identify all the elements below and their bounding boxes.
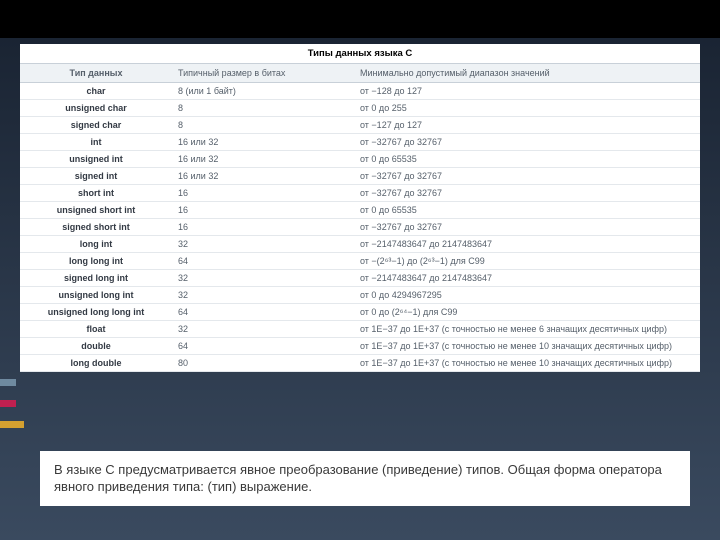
cell-range: от 1E−37 до 1E+37 (с точностью не менее … (354, 338, 700, 355)
table-row: long double80от 1E−37 до 1E+37 (с точнос… (20, 355, 700, 372)
accent-bar (0, 421, 24, 428)
table-row: double64от 1E−37 до 1E+37 (с точностью н… (20, 338, 700, 355)
table-row: char8 (или 1 байт)от −128 до 127 (20, 83, 700, 100)
cell-size: 16 (172, 219, 354, 236)
cell-size: 8 (172, 100, 354, 117)
cell-size: 64 (172, 253, 354, 270)
cell-range: от −2147483647 до 2147483647 (354, 270, 700, 287)
cell-size: 16 (172, 202, 354, 219)
table-row: unsigned char8от 0 до 255 (20, 100, 700, 117)
cell-range: от −2147483647 до 2147483647 (354, 236, 700, 253)
cell-range: от 0 до 65535 (354, 202, 700, 219)
cell-size: 16 или 32 (172, 134, 354, 151)
cell-range: от −128 до 127 (354, 83, 700, 100)
cell-type: long double (20, 355, 172, 372)
cell-range: от 0 до (2⁶⁴−1) для C99 (354, 304, 700, 321)
col-header-range: Минимально допустимый диапазон значений (354, 64, 700, 83)
table-row: signed long int32от −2147483647 до 21474… (20, 270, 700, 287)
cell-size: 16 или 32 (172, 168, 354, 185)
cell-type: char (20, 83, 172, 100)
cell-type: signed short int (20, 219, 172, 236)
cell-type: unsigned char (20, 100, 172, 117)
cell-size: 8 (172, 117, 354, 134)
table-header-row: Тип данных Типичный размер в битах Миним… (20, 64, 700, 83)
table-row: unsigned int16 или 32от 0 до 65535 (20, 151, 700, 168)
table-row: short int16от −32767 до 32767 (20, 185, 700, 202)
cell-range: от −32767 до 32767 (354, 185, 700, 202)
table-row: unsigned long long int64от 0 до (2⁶⁴−1) … (20, 304, 700, 321)
cell-type: signed long int (20, 270, 172, 287)
cell-type: short int (20, 185, 172, 202)
cell-range: от 1E−37 до 1E+37 (с точностью не менее … (354, 321, 700, 338)
cell-type: float (20, 321, 172, 338)
caption-text: В языке С предусматривается явное преобр… (40, 451, 690, 506)
table-row: signed short int16от −32767 до 32767 (20, 219, 700, 236)
accent-bars (0, 379, 24, 442)
cell-range: от −(2⁶³−1) до (2⁶³−1) для C99 (354, 253, 700, 270)
cell-type: double (20, 338, 172, 355)
table-row: long long int64от −(2⁶³−1) до (2⁶³−1) дл… (20, 253, 700, 270)
cell-range: от −127 до 127 (354, 117, 700, 134)
table-row: float32от 1E−37 до 1E+37 (с точностью не… (20, 321, 700, 338)
table-row: int16 или 32от −32767 до 32767 (20, 134, 700, 151)
cell-type: long int (20, 236, 172, 253)
cell-type: unsigned long int (20, 287, 172, 304)
cell-type: int (20, 134, 172, 151)
cell-size: 80 (172, 355, 354, 372)
cell-size: 8 (или 1 байт) (172, 83, 354, 100)
cell-range: от 0 до 4294967295 (354, 287, 700, 304)
table-row: signed int16 или 32от −32767 до 32767 (20, 168, 700, 185)
table-row: unsigned long int32от 0 до 4294967295 (20, 287, 700, 304)
cell-size: 32 (172, 236, 354, 253)
cell-size: 64 (172, 304, 354, 321)
types-table: Типы данных языка C Тип данных Типичный … (20, 44, 700, 372)
cell-type: signed char (20, 117, 172, 134)
table-row: long int32от −2147483647 до 2147483647 (20, 236, 700, 253)
cell-size: 16 (172, 185, 354, 202)
table-row: unsigned short int16от 0 до 65535 (20, 202, 700, 219)
cell-type: unsigned long long int (20, 304, 172, 321)
col-header-type: Тип данных (20, 64, 172, 83)
cell-size: 32 (172, 321, 354, 338)
cell-range: от −32767 до 32767 (354, 168, 700, 185)
cell-size: 64 (172, 338, 354, 355)
cell-size: 32 (172, 287, 354, 304)
cell-range: от 0 до 255 (354, 100, 700, 117)
cell-range: от 1E−37 до 1E+37 (с точностью не менее … (354, 355, 700, 372)
cell-range: от −32767 до 32767 (354, 134, 700, 151)
cell-type: long long int (20, 253, 172, 270)
cell-type: unsigned short int (20, 202, 172, 219)
table-title: Типы данных языка C (20, 44, 700, 64)
cell-type: signed int (20, 168, 172, 185)
cell-type: unsigned int (20, 151, 172, 168)
accent-bar (0, 400, 16, 407)
table-row: signed char8от −127 до 127 (20, 117, 700, 134)
cell-range: от −32767 до 32767 (354, 219, 700, 236)
cell-size: 32 (172, 270, 354, 287)
accent-bar (0, 379, 16, 386)
cell-range: от 0 до 65535 (354, 151, 700, 168)
cell-size: 16 или 32 (172, 151, 354, 168)
col-header-size: Типичный размер в битах (172, 64, 354, 83)
